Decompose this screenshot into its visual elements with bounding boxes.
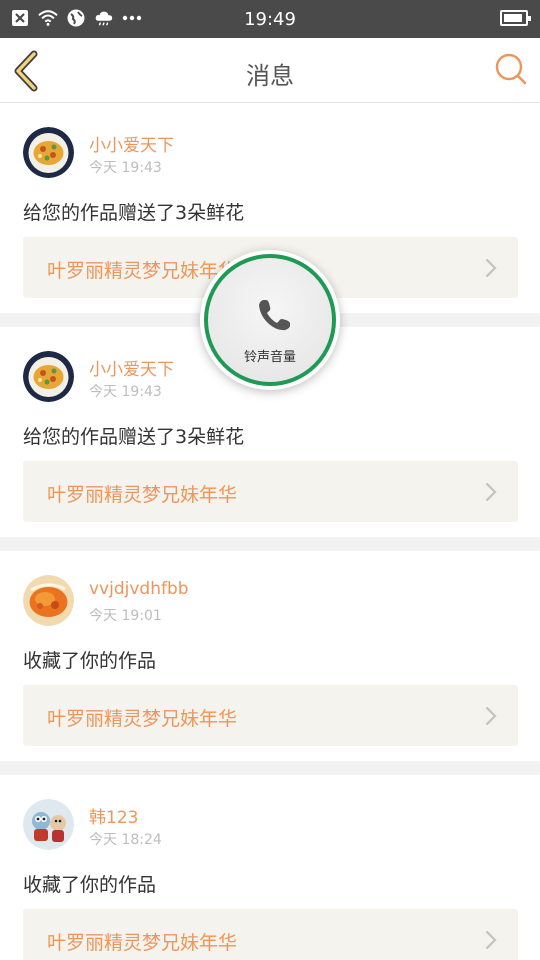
search-icon xyxy=(495,53,527,85)
work-link[interactable]: 叶罗丽精灵梦兄妹年华 xyxy=(23,685,518,746)
top-navigation-bar: 消息 xyxy=(0,38,540,103)
chevron-right-icon xyxy=(485,258,497,278)
avatar[interactable] xyxy=(23,799,74,850)
message-time: 今天 19:01 xyxy=(89,608,162,624)
work-link[interactable]: 叶罗丽精灵梦兄妹年华 xyxy=(23,461,518,522)
message-card: 韩123 今天 18:24 收藏了你的作品 叶罗丽精灵梦兄妹年华 xyxy=(0,775,540,960)
message-action: 给您的作品赠送了3朵鲜花 xyxy=(23,426,245,448)
work-link[interactable]: 叶罗丽精灵梦兄妹年华 xyxy=(23,909,518,960)
message-list: 小小爱天下 今天 19:43 给您的作品赠送了3朵鲜花 叶罗丽精灵梦兄妹年华 小… xyxy=(0,103,540,960)
search-button[interactable] xyxy=(494,52,528,86)
battery-icon xyxy=(500,10,531,26)
work-title: 叶罗丽精灵梦兄妹年华 xyxy=(47,260,238,282)
chevron-right-icon xyxy=(485,930,497,950)
message-action: 收藏了你的作品 xyxy=(23,874,157,896)
message-card: vvjdjvdhfbb 今天 19:01 收藏了你的作品 叶罗丽精灵梦兄妹年华 xyxy=(0,551,540,761)
chevron-right-icon xyxy=(485,482,497,502)
ringtone-volume-label: 铃声音量 xyxy=(243,350,296,365)
username[interactable]: 小小爱天下 xyxy=(89,131,174,156)
message-action: 给您的作品赠送了3朵鲜花 xyxy=(23,202,245,224)
chevron-right-icon xyxy=(485,706,497,726)
username[interactable]: vvjdjvdhfbb xyxy=(89,579,189,599)
phone-icon xyxy=(259,300,290,331)
status-time: 19:49 xyxy=(244,9,296,30)
work-title: 叶罗丽精灵梦兄妹年华 xyxy=(47,484,238,506)
avatar[interactable] xyxy=(23,351,74,402)
message-action: 收藏了你的作品 xyxy=(23,650,157,672)
avatar[interactable] xyxy=(23,575,74,626)
work-title: 叶罗丽精灵梦兄妹年华 xyxy=(47,932,238,954)
message-time: 今天 18:24 xyxy=(89,832,162,848)
avatar[interactable] xyxy=(23,127,74,178)
ringtone-volume-dial: 铃声音量 xyxy=(204,254,336,386)
page-title: 消息 xyxy=(246,62,294,90)
work-title: 叶罗丽精灵梦兄妹年华 xyxy=(47,708,238,730)
status-bar: 19:49 xyxy=(0,0,540,38)
message-time: 今天 19:43 xyxy=(89,384,162,400)
username[interactable]: 小小爱天下 xyxy=(89,355,174,380)
ringtone-volume-overlay[interactable]: 铃声音量 xyxy=(200,250,340,390)
username[interactable]: 韩123 xyxy=(89,803,138,828)
message-time: 今天 19:43 xyxy=(89,160,162,176)
